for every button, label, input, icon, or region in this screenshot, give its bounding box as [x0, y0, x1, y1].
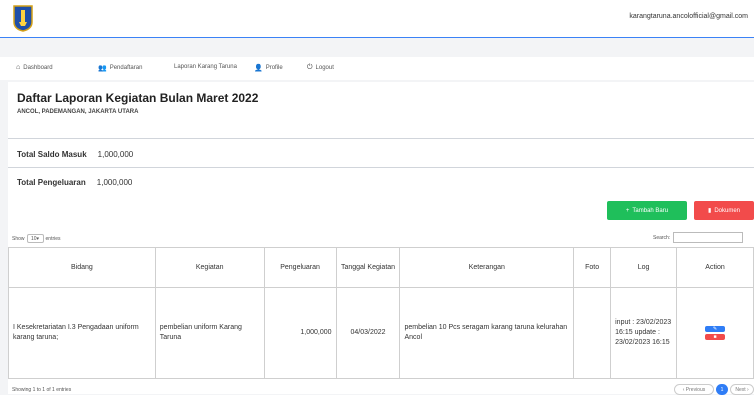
power-icon: ⏻	[307, 64, 313, 71]
file-icon: ▮	[708, 208, 712, 214]
page-subtitle: ANCOL, PADEMANGAN, JAKARTA UTARA	[17, 109, 139, 115]
nav-logout[interactable]: ⏻ Logout	[307, 64, 334, 72]
report-card: Daftar Laporan Kegiatan Bulan Maret 2022…	[8, 82, 754, 395]
col-log[interactable]: Log	[610, 247, 678, 288]
plus-icon: +	[625, 207, 630, 214]
cell-pengeluaran: 1,000,000	[263, 287, 337, 379]
jakarta-logo-icon[interactable]	[12, 4, 34, 32]
edit-icon: ✎	[712, 326, 718, 332]
cell-bidang: I Kesekretariatan I.3 Pengadaan uniform …	[8, 287, 156, 379]
table-row: I Kesekretariatan I.3 Pengadaan uniform …	[8, 287, 754, 379]
nav-profile-label: Profile	[265, 65, 283, 71]
nav-logout-label: Logout	[315, 65, 334, 71]
show-label: Show	[12, 235, 25, 242]
document-button[interactable]: ▮ Dokumen	[694, 201, 754, 220]
table-search: Search:	[653, 232, 744, 243]
top-bar: karangtaruna.ancolofficial@gmail.com	[0, 0, 754, 38]
add-new-button[interactable]: + Tambah Baru	[607, 201, 687, 220]
entries-select[interactable]: 10 ▾	[26, 234, 44, 243]
entries-control: Show 10 ▾ entries	[12, 234, 61, 243]
col-foto[interactable]: Foto	[573, 247, 612, 288]
nav-pendaftaran[interactable]: 👥 Pendaftaran	[98, 64, 142, 72]
pengeluaran-value: 1,000,000	[96, 178, 133, 187]
col-tanggal[interactable]: Tanggal Kegiatan	[335, 247, 401, 288]
cell-keterangan: pembelian 10 Pcs seragam karang taruna k…	[399, 287, 575, 379]
next-button[interactable]: Next ›	[730, 384, 754, 395]
nav-laporan-label: Laporan Karang Taruna	[174, 64, 237, 70]
saldo-label: Total Saldo Masuk	[17, 150, 87, 159]
users-icon: 👥	[98, 65, 107, 72]
add-new-label: Tambah Baru	[632, 207, 669, 214]
trash-icon: ■	[713, 334, 717, 340]
edit-button[interactable]: ✎	[705, 326, 726, 332]
col-bidang[interactable]: Bidang	[8, 247, 156, 288]
saldo-summary: Total Saldo Masuk 1,000,000	[17, 150, 133, 159]
entries-label: entries	[45, 235, 61, 242]
report-table: Bidang Kegiatan Pengeluaran Tanggal Kegi…	[8, 247, 754, 379]
table-header-row: Bidang Kegiatan Pengeluaran Tanggal Kegi…	[8, 247, 754, 288]
pengeluaran-summary: Total Pengeluaran 1,000,000	[17, 178, 132, 187]
home-icon: ⌂	[16, 64, 21, 71]
col-kegiatan[interactable]: Kegiatan	[154, 247, 265, 288]
nav-dashboard[interactable]: ⌂ Dashboard	[16, 64, 53, 71]
cell-foto	[573, 287, 612, 379]
divider	[8, 167, 754, 168]
pengeluaran-label: Total Pengeluaran	[17, 178, 86, 187]
col-pengeluaran[interactable]: Pengeluaran	[263, 247, 337, 288]
previous-button[interactable]: ‹ Previous	[674, 384, 714, 395]
page-title: Daftar Laporan Kegiatan Bulan Maret 2022	[17, 91, 259, 105]
saldo-value: 1,000,000	[97, 150, 134, 159]
chevron-down-icon: ▾	[36, 235, 40, 242]
search-label: Search:	[653, 234, 671, 241]
cell-kegiatan: pembelian uniform Karang Taruna	[154, 287, 265, 379]
delete-button[interactable]: ■	[705, 334, 726, 340]
cell-log: input : 23/02/2023 16:15 update : 23/02/…	[610, 287, 678, 379]
col-keterangan[interactable]: Keterangan	[399, 247, 575, 288]
nav-dashboard-label: Dashboard	[23, 64, 53, 71]
col-action[interactable]: Action	[676, 247, 754, 288]
page-1-button[interactable]: 1	[716, 384, 728, 395]
nav-profile[interactable]: 👤 Profile	[254, 64, 283, 72]
user-icon: 👤	[254, 65, 263, 72]
main-nav: ⌂ Dashboard 👥 Pendaftaran Laporan Karang…	[0, 57, 754, 80]
cell-action: ✎ ■	[676, 287, 754, 379]
table-info: Showing 1 to 1 of 1 entries	[12, 387, 72, 393]
search-input[interactable]	[673, 232, 744, 243]
user-email[interactable]: karangtaruna.ancolofficial@gmail.com	[629, 13, 748, 20]
cell-tanggal: 04/03/2022	[335, 287, 401, 379]
divider	[8, 138, 754, 139]
nav-pendaftaran-label: Pendaftaran	[109, 65, 143, 71]
document-label: Dokumen	[714, 207, 740, 214]
nav-laporan[interactable]: Laporan Karang Taruna	[174, 64, 237, 70]
